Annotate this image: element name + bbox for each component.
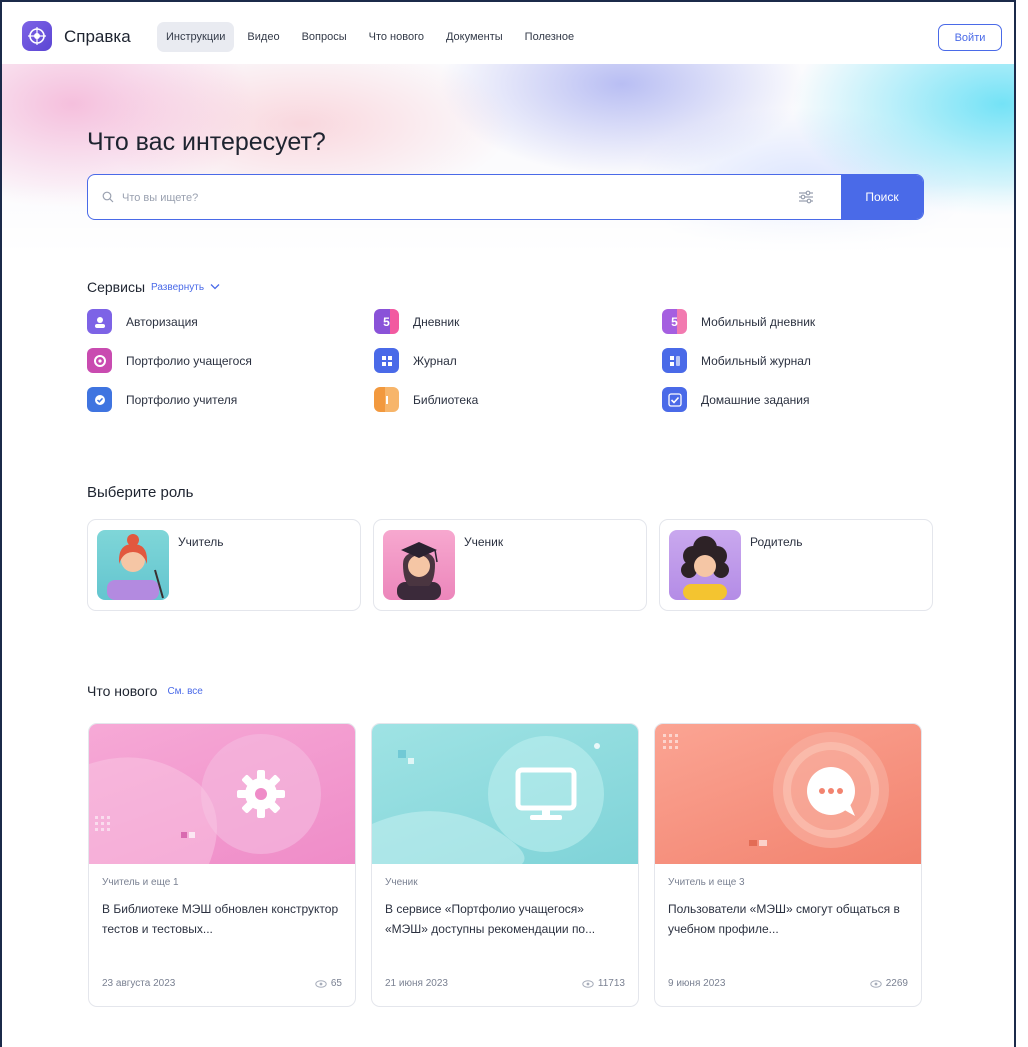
role-card-student[interactable]: Ученик — [373, 519, 647, 611]
diary-5-icon: 5 — [374, 309, 399, 334]
news-views: 11713 — [582, 978, 625, 989]
role-label: Учитель — [178, 535, 224, 549]
nav-instructions[interactable]: Инструкции — [157, 22, 235, 52]
service-label: Домашние задания — [701, 392, 810, 407]
parent-avatar — [669, 530, 741, 600]
role-label: Родитель — [750, 535, 803, 549]
service-label: Журнал — [413, 353, 457, 368]
library-icon — [374, 387, 399, 412]
news-views: 65 — [315, 978, 342, 989]
search-input[interactable] — [120, 187, 784, 209]
role-label: Ученик — [464, 535, 504, 549]
news-title: Что нового — [87, 683, 158, 699]
service-student-portfolio[interactable]: Портфолио учащегося — [87, 348, 252, 373]
news-date: 23 августа 2023 — [102, 978, 176, 989]
main-nav: Инструкции Видео Вопросы Что нового Доку… — [157, 22, 583, 52]
news-image — [655, 724, 921, 864]
monitor-icon — [515, 767, 577, 820]
expand-label: Развернуть — [151, 281, 205, 293]
news-header: Что нового См. все — [87, 683, 203, 699]
nav-whats-new[interactable]: Что нового — [360, 22, 433, 52]
nav-questions[interactable]: Вопросы — [293, 22, 356, 52]
service-authorization[interactable]: Авторизация — [87, 309, 198, 334]
service-label: Портфолио учителя — [126, 392, 238, 407]
eye-icon — [315, 979, 327, 988]
service-homework[interactable]: Домашние задания — [662, 387, 810, 412]
service-mobile-diary[interactable]: 5 Мобильный дневник — [662, 309, 815, 334]
app-title[interactable]: Справка — [64, 27, 131, 47]
login-button[interactable]: Войти — [938, 24, 1002, 51]
service-label: Дневник — [413, 314, 460, 329]
service-journal[interactable]: Журнал — [374, 348, 457, 373]
service-label: Мобильный дневник — [701, 314, 816, 329]
nav-useful[interactable]: Полезное — [516, 22, 583, 52]
eye-icon — [870, 979, 882, 988]
service-library[interactable]: Библиотека — [374, 387, 478, 412]
news-image — [372, 724, 638, 864]
user-lock-icon — [87, 309, 112, 334]
chevron-down-icon — [210, 284, 220, 290]
news-card[interactable]: Учитель и еще 1 В Библиотеке МЭШ обновле… — [88, 723, 356, 1007]
teacher-avatar — [97, 530, 169, 600]
news-card[interactable]: Ученик В сервисе «Портфолио учащегося» «… — [371, 723, 639, 1007]
homework-check-icon — [662, 387, 687, 412]
service-mobile-journal[interactable]: Мобильный журнал — [662, 348, 811, 373]
views-count: 2269 — [885, 978, 908, 989]
logo-icon[interactable] — [22, 21, 52, 51]
journal-icon — [374, 348, 399, 373]
roles-title: Выберите роль — [87, 484, 194, 501]
news-card[interactable]: Учитель и еще 3 Пользователи «МЭШ» смогу… — [654, 723, 922, 1007]
see-all-news-link[interactable]: См. все — [167, 686, 202, 697]
service-diary[interactable]: 5 Дневник — [374, 309, 459, 334]
top-header: Справка Инструкции Видео Вопросы Что нов… — [2, 2, 1014, 64]
page-frame: Справка Инструкции Видео Вопросы Что нов… — [0, 0, 1016, 1047]
search-bar: Поиск — [87, 174, 924, 220]
student-avatar — [383, 530, 455, 600]
mobile-journal-icon — [662, 348, 687, 373]
search-button[interactable]: Поиск — [841, 175, 923, 219]
hero-banner: Что вас интересует? Поиск — [2, 64, 1014, 254]
filter-sliders-icon[interactable] — [798, 190, 814, 209]
news-views: 2269 — [870, 978, 908, 989]
news-headline: В Библиотеке МЭШ обновлен конструктор те… — [102, 902, 339, 936]
views-count: 65 — [330, 978, 342, 989]
chat-bubble-icon — [807, 767, 855, 816]
news-category: Учитель и еще 3 — [668, 877, 745, 888]
service-label: Мобильный журнал — [701, 353, 811, 368]
role-card-parent[interactable]: Родитель — [659, 519, 933, 611]
teacher-portfolio-icon — [87, 387, 112, 412]
services-header: Сервисы Развернуть — [87, 279, 220, 295]
nav-video[interactable]: Видео — [238, 22, 288, 52]
service-label: Библиотека — [413, 392, 479, 407]
expand-services-link[interactable]: Развернуть — [151, 282, 220, 293]
services-title: Сервисы — [87, 279, 146, 295]
news-date: 21 июня 2023 — [385, 978, 448, 989]
news-headline: В сервисе «Портфолио учащегося» «МЭШ» до… — [385, 902, 596, 936]
hero-title: Что вас интересует? — [87, 128, 326, 156]
nav-documents[interactable]: Документы — [437, 22, 512, 52]
eye-icon — [582, 979, 594, 988]
news-date: 9 июня 2023 — [668, 978, 726, 989]
news-image — [89, 724, 355, 864]
mobile-diary-icon: 5 — [662, 309, 687, 334]
gear-icon — [237, 770, 285, 818]
service-teacher-portfolio[interactable]: Портфолио учителя — [87, 387, 237, 412]
news-headline: Пользователи «МЭШ» смогут общаться в уче… — [668, 902, 900, 936]
news-category: Ученик — [385, 877, 418, 888]
service-label: Портфолио учащегося — [126, 353, 252, 368]
search-icon — [102, 190, 114, 208]
service-label: Авторизация — [126, 314, 198, 329]
views-count: 11713 — [597, 978, 625, 989]
role-card-teacher[interactable]: Учитель — [87, 519, 361, 611]
student-portfolio-icon — [87, 348, 112, 373]
news-category: Учитель и еще 1 — [102, 877, 179, 888]
